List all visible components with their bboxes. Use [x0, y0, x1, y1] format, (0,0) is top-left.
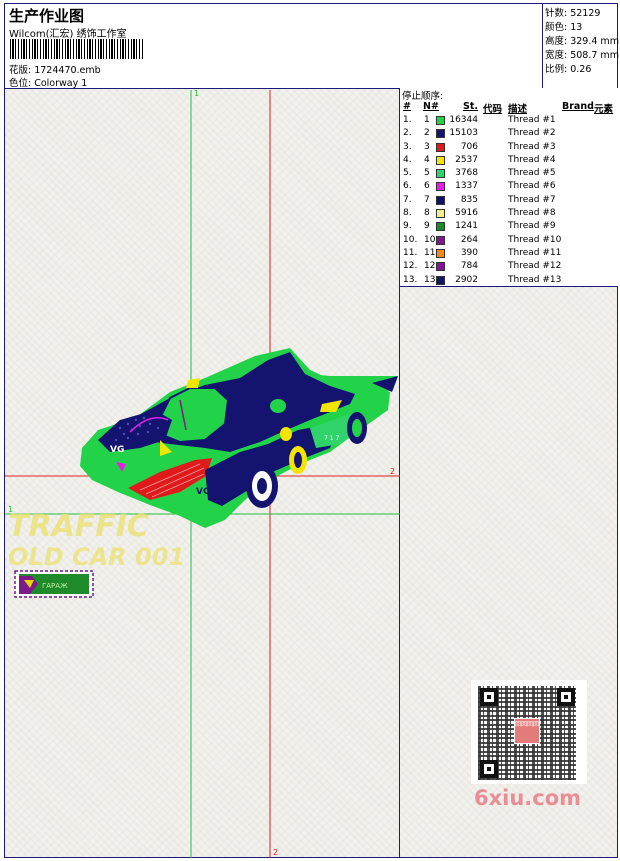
svg-text:7 1 7: 7 1 7 — [324, 435, 339, 442]
watermark-logo: 6xiu.com — [474, 786, 582, 810]
qr-finder-tl — [480, 688, 498, 706]
svg-text:VG: VG — [110, 445, 124, 455]
qr-finder-bl — [480, 760, 498, 778]
art-text-traffic: TRAFFIC — [8, 509, 149, 544]
art-text-oldcar: OLD CAR 001 — [8, 543, 185, 571]
guide-label-h2: 2 — [390, 467, 396, 476]
badge-text: ГАРАЖ — [42, 582, 68, 590]
race-car-illustration: VG VG 7 1 7 — [80, 348, 398, 528]
guide-label-h1: 1 — [8, 505, 14, 514]
badge-patch: ГАРАЖ — [14, 570, 94, 598]
guide-label-v2: 2 — [273, 848, 279, 857]
qr-finder-tr — [557, 688, 575, 706]
guide-label-v1: 1 — [194, 89, 200, 98]
svg-text:VG: VG — [196, 487, 210, 497]
qr-stamp: 回回回回 — [514, 718, 540, 744]
